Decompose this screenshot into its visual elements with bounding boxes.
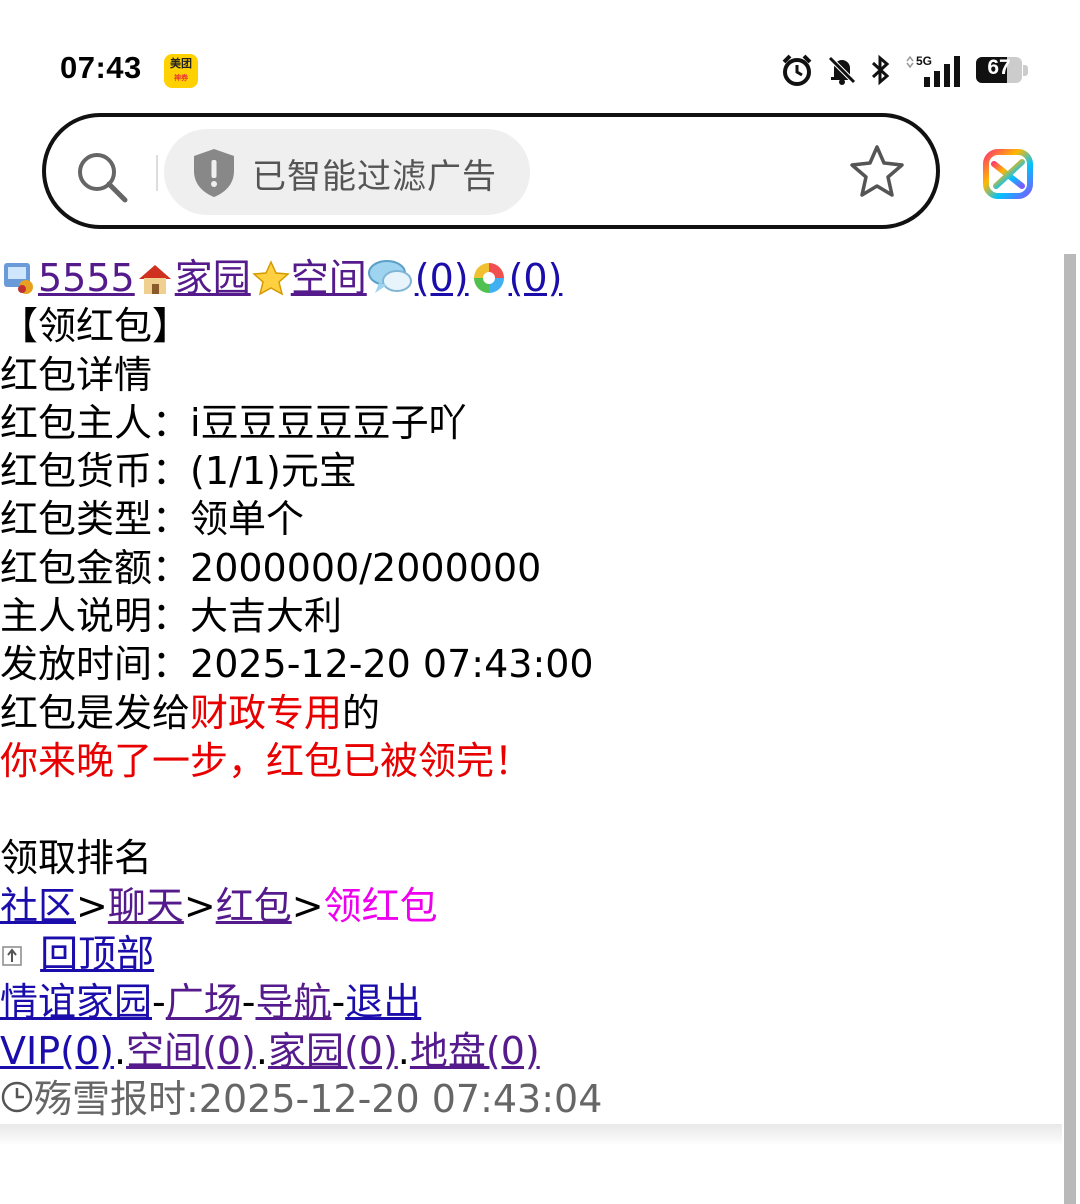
breadcrumb-redpacket[interactable]: 红包: [216, 884, 292, 928]
target-name: 财政专用: [190, 690, 343, 735]
alarm-icon: [782, 54, 812, 86]
type-row: 红包类型：领单个: [0, 495, 1062, 543]
battery-indicator: 67: [976, 55, 1030, 85]
back-to-top-link[interactable]: 回顶部: [40, 932, 154, 976]
search-icon[interactable]: [74, 149, 130, 205]
target-row: 红包是发给财政专用的: [0, 689, 1062, 737]
arrow-up-icon: [2, 946, 22, 966]
header-links: 5555 家园 空间 (0) (0): [0, 254, 1062, 302]
type-value: 领单个: [190, 497, 305, 542]
dot-sep: .: [113, 1028, 127, 1073]
page-content: 5555 家园 空间 (0) (0) 【领红包】 红包详情 红包主人：i豆豆豆豆…: [0, 254, 1062, 1124]
space-link[interactable]: 空间: [291, 256, 367, 300]
target-suffix: 的: [342, 690, 381, 735]
clock-text: 殇雪报时:2025-12-20 07:43:04: [34, 1077, 603, 1122]
nav-sep: -: [331, 980, 346, 1025]
amount-row: 红包金额：2000000/2000000: [0, 544, 1062, 592]
photo-count-link[interactable]: (0): [509, 256, 563, 300]
note-value: 大吉大利: [190, 594, 343, 639]
breadcrumb-sep: >: [76, 883, 108, 928]
owner-row: 红包主人：i豆豆豆豆豆子吖: [0, 399, 1062, 447]
dot-sep: .: [397, 1028, 410, 1073]
page-title: 【领红包】: [0, 304, 191, 349]
owner-label: 红包主人：: [0, 400, 191, 445]
footer-nav: 情谊家园-广场-导航-退出: [0, 978, 1062, 1026]
status-time: 07:43: [60, 50, 142, 85]
chat-bubble-icon: [367, 260, 412, 293]
clock-row: 殇雪报时:2025-12-20 07:43:04: [0, 1075, 1062, 1123]
owner-value: i豆豆豆豆豆子吖: [190, 400, 467, 445]
meituan-sub-label: 神券: [174, 74, 188, 82]
currency-row: 红包货币：(1/1)元宝: [0, 447, 1062, 495]
amount-label: 红包金额：: [0, 545, 191, 590]
user-online-icon: [4, 263, 33, 294]
footer-counts: VIP(0).空间(0).家园(0).地盘(0): [0, 1027, 1062, 1075]
nav-guide-link[interactable]: 导航: [255, 980, 331, 1024]
svg-text:5G: 5G: [916, 54, 932, 68]
time-row: 发放时间：2025-12-20 07:43:00: [0, 640, 1062, 688]
back-to-top-row: 回顶部: [0, 930, 1062, 978]
nav-square-link[interactable]: 广场: [166, 980, 242, 1024]
dot-sep: .: [255, 1028, 268, 1073]
note-row: 主人说明：大吉大利: [0, 592, 1062, 640]
notice-text: 你来晚了一步，红包已被领完！: [0, 738, 533, 783]
status-icons: 5G 67: [780, 52, 1030, 88]
nav-sep: -: [241, 980, 256, 1025]
ranking-label: 领取排名: [0, 835, 153, 880]
message-count-link[interactable]: (0): [415, 256, 469, 300]
time-value: 2025-12-20 07:43:00: [190, 642, 594, 687]
currency-value: (1/1)元宝: [190, 449, 357, 494]
section-title: 红包详情: [0, 352, 153, 397]
breadcrumb-sep: >: [291, 883, 324, 928]
space-count-link[interactable]: 空间(0): [126, 1029, 256, 1073]
nav-sep: -: [152, 980, 166, 1025]
photo-aperture-icon: [473, 263, 504, 293]
ad-filter-badge[interactable]: 已智能过滤广告: [164, 129, 530, 215]
home-icon: [138, 265, 171, 294]
signal-5g-icon: 5G: [906, 54, 960, 87]
search-divider: [156, 155, 158, 191]
clock-icon: [1, 1081, 33, 1113]
shield-icon: [194, 149, 234, 197]
battery-level: 67: [987, 56, 1011, 79]
territory-count-link[interactable]: 地盘(0): [410, 1029, 540, 1073]
breadcrumb-community[interactable]: 社区: [0, 884, 76, 928]
status-bar: 07:43 美团 神券 5G 67: [0, 0, 1080, 110]
breadcrumb-current: 领红包: [323, 883, 438, 928]
nav-home-link[interactable]: 情谊家园: [0, 980, 152, 1024]
mute-bell-icon: [828, 56, 856, 85]
meituan-app-icon: 美团 神券: [164, 54, 198, 88]
vip-link[interactable]: VIP(0): [0, 1029, 114, 1073]
home-link[interactable]: 家园: [175, 256, 251, 300]
note-label: 主人说明：: [0, 594, 191, 639]
breadcrumb-chat[interactable]: 聊天: [108, 884, 184, 928]
time-label: 发放时间：: [0, 642, 191, 687]
amount-value: 2000000/2000000: [190, 545, 542, 590]
meituan-label: 美团: [170, 57, 192, 70]
browser-menu-icon[interactable]: [978, 144, 1038, 204]
browser-address-bar[interactable]: 已智能过滤广告: [42, 113, 940, 229]
bluetooth-icon: [871, 54, 890, 86]
breadcrumb-sep: >: [183, 883, 216, 928]
nav-logout-link[interactable]: 退出: [345, 980, 421, 1024]
breadcrumb: 社区>聊天>红包>领红包: [0, 882, 1062, 930]
home-count-link[interactable]: 家园(0): [268, 1029, 398, 1073]
bookmark-star-icon[interactable]: [848, 143, 906, 199]
currency-label: 红包货币：: [0, 449, 191, 494]
ad-filter-label: 已智能过滤广告: [252, 157, 497, 197]
space-star-icon: [251, 260, 290, 296]
type-label: 红包类型：: [0, 497, 191, 542]
target-prefix: 红包是发给: [0, 690, 191, 735]
page-scrollbar[interactable]: [1064, 254, 1076, 1204]
page-bottom-edge: [0, 1124, 1062, 1146]
user-link[interactable]: 5555: [38, 256, 135, 300]
